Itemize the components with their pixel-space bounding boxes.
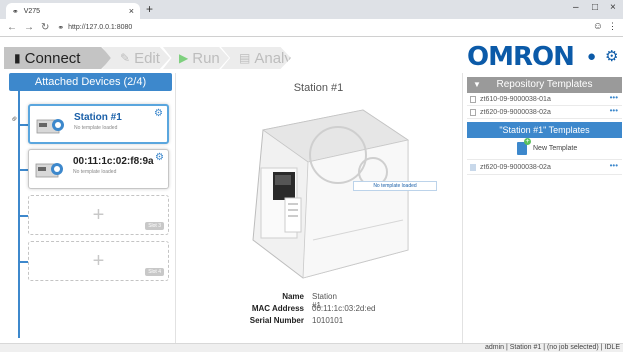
address-bar: ← → ↻ ⚭ http://127.0.0.1:8080 ☺ ⋮ [0,19,623,37]
close-window-button[interactable]: × [610,2,616,13]
panel-divider [175,73,176,343]
more-options-icon[interactable]: ••• [610,93,618,102]
new-template-button[interactable]: New Template [467,138,622,160]
serial-value: 1010101 [312,316,344,325]
file-icon [470,164,476,171]
name-label: Name [282,292,304,301]
connector [20,124,28,126]
step-analyze-label: Analyze [254,49,308,67]
back-arrow-icon[interactable]: ← [7,22,17,33]
file-icon [470,109,476,116]
slot-label: Slot 4 [145,268,164,276]
tab-close-icon[interactable]: × [129,6,134,16]
tab-title: V275 [23,7,41,15]
step-edit-label: Edit [134,49,160,67]
connector [20,169,28,171]
forward-arrow-icon[interactable]: → [24,22,34,33]
reload-icon[interactable]: ↻ [41,22,49,33]
url-text: http://127.0.0.1:8080 [68,24,133,31]
station-title: Station #1 [293,82,344,94]
barcode-icon: ▤ [239,51,251,65]
more-options-icon[interactable]: ••• [610,161,618,170]
printer-thumbnail-icon [36,119,64,134]
repository-templates-header[interactable]: ▼ Repository Templates [467,77,622,93]
pencil-icon: ✎ [120,51,131,65]
repository-template-item[interactable]: zt620-09-9000038-02a ••• [467,106,622,119]
browser-tab-bar: ⚭ V275 × + – □ × [0,0,623,19]
omron-logo: OMRON [467,42,575,72]
status-text: admin | Station #1 | (no job selected) |… [484,344,620,351]
serial-label: Serial Number [249,316,304,325]
device-slot-station-1[interactable]: Station #1 No template loaded ⚙ [28,104,169,144]
empty-slot-4[interactable]: + Slot 4 [28,241,169,281]
slot-label: Slot 3 [145,222,164,230]
more-menu-icon[interactable]: ⋮ [608,21,617,32]
empty-slot-3[interactable]: + Slot 3 [28,195,169,235]
step-connect[interactable]: ▮ Connect [4,47,112,69]
step-edit[interactable]: ✎ Edit [102,47,170,69]
station-templates-header: "Station #1" Templates [467,122,622,138]
plug-icon: ▮ [14,51,21,65]
url-field[interactable]: ⚭ http://127.0.0.1:8080 [57,23,132,32]
device-settings-gear-icon[interactable]: ⚙ [155,152,164,163]
device-name: Station #1 [74,112,122,123]
maximize-button[interactable]: □ [592,2,598,13]
device-status: No template loaded [73,169,117,175]
file-icon [470,96,476,103]
connector [20,215,28,217]
mac-label: MAC Address [251,304,304,313]
account-icon[interactable]: ☺ [593,21,603,32]
device-slot-2[interactable]: 00:11:1c:02:f8:9a No template loaded ⚙ [28,149,169,189]
new-document-icon [517,138,531,155]
device-status: No template loaded [74,125,118,131]
panel-divider [462,73,463,343]
play-icon: ▶ [179,51,189,65]
template-status-overlay: No template loaded [353,181,437,191]
new-template-label: New Template [533,145,578,152]
caret-down-icon: ▼ [473,80,481,89]
connector [20,261,28,263]
status-bar: admin | Station #1 | (no job selected) |… [0,343,623,352]
user-icon[interactable]: ● [587,48,596,65]
repository-template-item[interactable]: zt610-09-9000038-01a ••• [467,93,622,106]
browser-tab[interactable]: ⚭ V275 × [6,3,140,19]
step-connect-label: Connect [24,49,81,67]
link-icon: ⚭ [57,23,65,32]
mac-value: 00:11:1c:03:2d:ed [312,304,376,313]
station-template-item[interactable]: zt620-09-9000038-02a ••• [467,161,622,175]
settings-gear-icon[interactable]: ⚙ [605,47,618,65]
more-options-icon[interactable]: ••• [610,106,618,115]
new-tab-button[interactable]: + [146,2,153,16]
minimize-button[interactable]: – [573,2,579,13]
device-name: 00:11:1c:02:f8:9a [73,156,154,167]
link-favicon-icon: ⚭ [12,6,19,16]
device-settings-gear-icon[interactable]: ⚙ [154,108,163,119]
attached-devices-header: Attached Devices (2/4) [9,73,172,91]
step-run[interactable]: ▶ Run [163,47,229,69]
attached-devices-panel: Attached Devices (2/4) ⚭ Station #1 No t… [8,73,172,343]
step-analyze[interactable]: ▤ Analyze [221,47,291,69]
step-run-label: Run [192,49,220,67]
printer-thumbnail-icon [35,163,63,178]
